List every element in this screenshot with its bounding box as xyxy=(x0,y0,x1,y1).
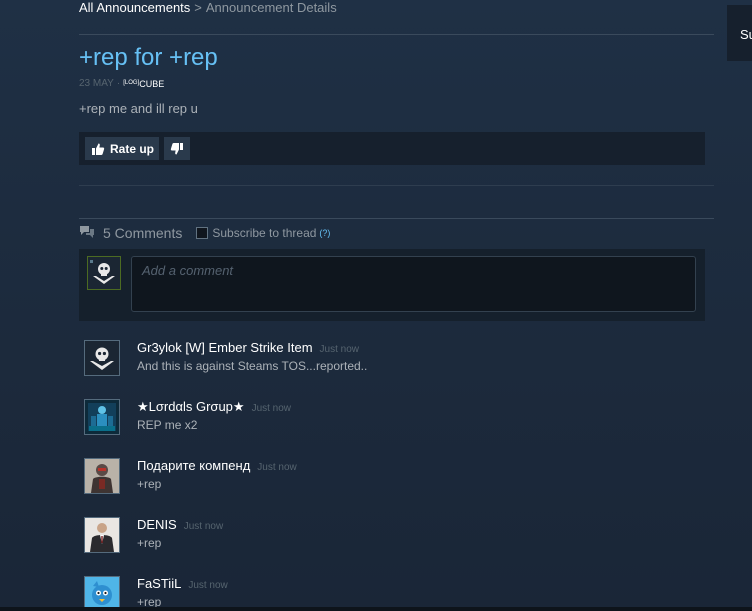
man-in-suit-icon xyxy=(85,518,119,552)
chat-bubbles-icon xyxy=(79,225,95,242)
comment-header: Подарите компенд Just now xyxy=(137,458,297,473)
comment-header: FaSTiiL Just now xyxy=(137,576,228,591)
announcement-page: All Announcements > Announcement Details S… xyxy=(0,0,752,611)
comment-text: +rep xyxy=(137,477,162,491)
author-name: CUBE xyxy=(139,78,165,89)
comment-item: ★Lσrdαls Grσup★ Just now REP me x2 xyxy=(84,399,704,439)
skull-emblem-icon xyxy=(85,341,119,375)
author-group-tag: [LOG] xyxy=(123,79,140,86)
avatar[interactable] xyxy=(84,576,120,611)
announcement-meta: 23 MAY · [LOG]CUBE xyxy=(79,78,164,89)
announcement-author[interactable]: [LOG]CUBE xyxy=(123,79,164,89)
my-avatar xyxy=(87,256,121,290)
avatar[interactable] xyxy=(84,458,120,494)
comment-text: REP me x2 xyxy=(137,418,198,432)
avatar[interactable] xyxy=(84,399,120,435)
comment-timestamp: Just now xyxy=(319,344,360,355)
comment-author[interactable]: DENIS xyxy=(137,517,177,532)
comment-author[interactable]: FaSTiiL xyxy=(137,576,181,591)
announcement-title: +rep for +rep xyxy=(79,44,218,71)
comment-author[interactable]: ★Lσrdαls Grσup★ xyxy=(137,399,245,414)
comment-input[interactable] xyxy=(131,256,696,312)
comment-author[interactable]: Подарите компенд xyxy=(137,458,250,473)
comment-text: And this is against Steams TOS...reporte… xyxy=(137,359,368,373)
side-tab[interactable]: Su xyxy=(727,5,752,61)
comment-timestamp: Just now xyxy=(188,580,228,591)
comment-timestamp: Just now xyxy=(183,521,224,532)
comment-header: Gr3ylok [W] Ember Strike Item Just now xyxy=(137,340,359,355)
rate-up-label: Rate up xyxy=(110,141,155,156)
comment-item: Подарите компенд Just now +rep xyxy=(84,458,704,498)
blue-creature-icon xyxy=(85,577,119,611)
meta-separator: · xyxy=(116,78,121,89)
rate-up-button[interactable]: Rate up xyxy=(85,137,159,160)
breadcrumb-all-announcements[interactable]: All Announcements xyxy=(79,0,190,15)
comment-author[interactable]: Gr3ylok [W] Ember Strike Item xyxy=(137,340,313,355)
comment-header: DENIS Just now xyxy=(137,517,223,532)
divider xyxy=(79,185,714,186)
breadcrumb-current: Announcement Details xyxy=(205,0,337,15)
side-tab-label: Su xyxy=(740,27,752,42)
rate-down-button[interactable] xyxy=(164,137,190,160)
comment-composer xyxy=(79,249,705,321)
avatar[interactable] xyxy=(84,517,120,553)
comment-item: DENIS Just now +rep xyxy=(84,517,704,557)
comment-header: ★Lσrdαls Grσup★ Just now xyxy=(137,399,291,415)
announcement-body: +rep me and ill rep u xyxy=(79,101,198,116)
blue-figure-icon xyxy=(85,400,119,434)
skull-emblem-icon xyxy=(88,257,120,289)
rating-bar: Rate up xyxy=(79,132,705,165)
comment-count: 5 Comments xyxy=(103,225,183,241)
subscribe-checkbox[interactable] xyxy=(196,227,209,239)
comments-divider xyxy=(79,218,714,219)
comment-item: Gr3ylok [W] Ember Strike Item Just now An… xyxy=(84,340,704,380)
comment-timestamp: Just now xyxy=(251,403,292,414)
bottom-edge xyxy=(0,607,752,611)
avatar[interactable] xyxy=(84,340,120,376)
help-icon[interactable]: (?) xyxy=(319,228,330,238)
thumbs-down-icon xyxy=(170,142,184,156)
divider xyxy=(79,34,714,35)
breadcrumb-separator: > xyxy=(194,0,202,15)
comments-header: 5 Comments Subscribe to thread (?) xyxy=(79,223,330,243)
announcement-date: 23 MAY xyxy=(79,78,114,89)
comment-timestamp: Just now xyxy=(257,462,297,473)
comment-item: FaSTiiL Just now +rep xyxy=(84,576,704,611)
armored-figure-icon xyxy=(85,459,119,493)
breadcrumb: All Announcements > Announcement Details xyxy=(79,0,337,15)
comment-text: +rep xyxy=(137,536,162,550)
subscribe-label[interactable]: Subscribe to thread xyxy=(212,226,316,240)
thumbs-up-icon xyxy=(91,142,105,156)
